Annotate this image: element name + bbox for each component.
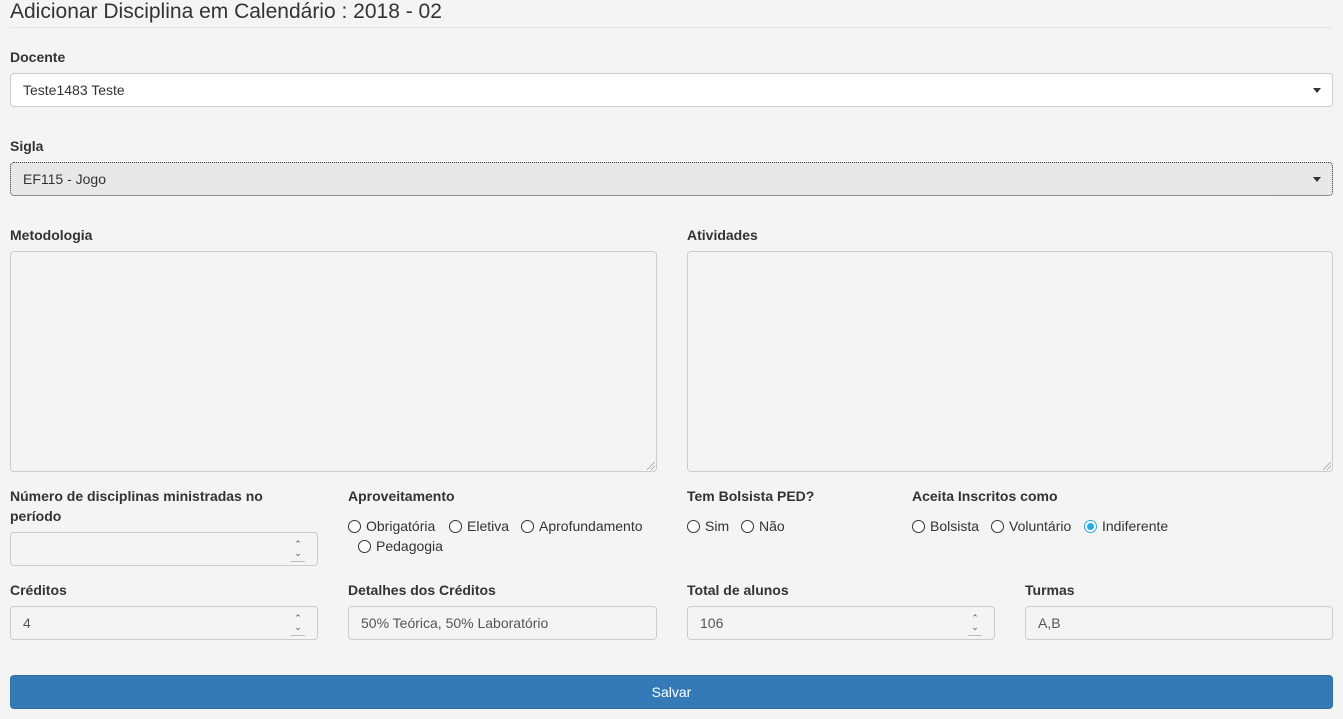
num-disciplinas-label-line1: Número de disciplinas ministradas no bbox=[10, 488, 263, 504]
radio-label: Voluntário bbox=[1009, 518, 1072, 534]
turmas-value: A,B bbox=[1038, 615, 1061, 631]
detalhes-creditos-input[interactable]: 50% Teórica, 50% Laboratório bbox=[348, 606, 657, 640]
radio-nao[interactable]: Não bbox=[741, 516, 785, 536]
radio-bolsista[interactable]: Bolsista bbox=[912, 516, 979, 536]
detalhes-creditos-value: 50% Teórica, 50% Laboratório bbox=[361, 615, 549, 631]
num-disciplinas-input[interactable]: ⌃ ⌄ bbox=[10, 532, 318, 566]
aproveitamento-label: Aproveitamento bbox=[348, 488, 455, 504]
creditos-label: Créditos bbox=[10, 582, 67, 598]
spinner-arrows-icon[interactable]: ⌃ ⌄ bbox=[293, 540, 303, 560]
radio-button-checked[interactable] bbox=[1084, 520, 1097, 533]
radio-sim[interactable]: Sim bbox=[687, 516, 729, 536]
creditos-value: 4 bbox=[23, 615, 31, 631]
radio-button[interactable] bbox=[991, 520, 1004, 533]
metodologia-label: Metodologia bbox=[10, 227, 93, 243]
radio-button[interactable] bbox=[741, 520, 754, 533]
bolsista-ped-label: Tem Bolsista PED? bbox=[687, 488, 815, 504]
resize-handle-icon[interactable] bbox=[1323, 462, 1331, 470]
radio-button[interactable] bbox=[687, 520, 700, 533]
docente-select[interactable]: Teste1483 Teste bbox=[10, 73, 1333, 107]
total-alunos-value: 106 bbox=[700, 615, 724, 631]
save-button[interactable]: Salvar bbox=[10, 675, 1333, 709]
add-discipline-form: Adicionar Disciplina em Calendário : 201… bbox=[0, 0, 1343, 719]
metodologia-textarea[interactable] bbox=[10, 251, 657, 472]
docente-label: Docente bbox=[10, 49, 66, 65]
num-disciplinas-label: Número de disciplinas ministradas no per… bbox=[10, 486, 263, 526]
docente-select-value: Teste1483 Teste bbox=[23, 82, 125, 98]
radio-button[interactable] bbox=[358, 540, 371, 553]
turmas-input[interactable]: A,B bbox=[1025, 606, 1333, 640]
atividades-textarea[interactable] bbox=[687, 251, 1333, 472]
radio-button[interactable] bbox=[912, 520, 925, 533]
spinner-arrows-icon[interactable]: ⌃ ⌄ bbox=[293, 614, 303, 634]
radio-label: Bolsista bbox=[930, 518, 980, 534]
radio-label: Pedagogia bbox=[376, 538, 443, 554]
detalhes-creditos-label: Detalhes dos Créditos bbox=[348, 582, 496, 598]
radio-label: Sim bbox=[705, 518, 730, 534]
spinner-underline bbox=[968, 635, 982, 636]
radio-label: Aprofundamento bbox=[539, 518, 643, 534]
spinner-underline bbox=[291, 635, 305, 636]
num-disciplinas-label-line2: período bbox=[10, 508, 62, 524]
radio-voluntario[interactable]: Voluntário bbox=[991, 516, 1071, 536]
radio-label: Não bbox=[759, 518, 785, 534]
radio-obrigatoria[interactable]: Obrigatória bbox=[348, 516, 435, 536]
resize-handle-icon[interactable] bbox=[647, 462, 655, 470]
spinner-arrows-icon[interactable]: ⌃ ⌄ bbox=[970, 614, 980, 634]
radio-button[interactable] bbox=[348, 520, 361, 533]
total-alunos-label: Total de alunos bbox=[687, 582, 789, 598]
radio-label: Obrigatória bbox=[366, 518, 436, 534]
total-alunos-input[interactable]: 106 ⌃ ⌄ bbox=[687, 606, 995, 640]
chevron-down-icon bbox=[1313, 88, 1321, 93]
radio-aprofundamento[interactable]: Aprofundamento bbox=[521, 516, 643, 536]
title-divider bbox=[10, 27, 1332, 28]
radio-button[interactable] bbox=[521, 520, 534, 533]
radio-button[interactable] bbox=[449, 520, 462, 533]
atividades-label: Atividades bbox=[687, 227, 758, 243]
radio-label: Eletiva bbox=[467, 518, 510, 534]
chevron-down-icon bbox=[1313, 177, 1321, 182]
sigla-select-value: EF115 - Jogo bbox=[23, 171, 107, 187]
spinner-underline bbox=[291, 561, 305, 562]
radio-pedagogia[interactable]: Pedagogia bbox=[358, 536, 443, 556]
radio-label: Indiferente bbox=[1102, 518, 1169, 534]
turmas-label: Turmas bbox=[1025, 582, 1075, 598]
page-title: Adicionar Disciplina em Calendário : 201… bbox=[10, 0, 442, 23]
sigla-label: Sigla bbox=[10, 138, 44, 154]
aceita-inscritos-label: Aceita Inscritos como bbox=[912, 488, 1058, 504]
sigla-select[interactable]: EF115 - Jogo bbox=[10, 162, 1333, 196]
creditos-input[interactable]: 4 ⌃ ⌄ bbox=[10, 606, 318, 640]
radio-indiferente[interactable]: Indiferente bbox=[1084, 516, 1168, 536]
radio-eletiva[interactable]: Eletiva bbox=[449, 516, 509, 536]
